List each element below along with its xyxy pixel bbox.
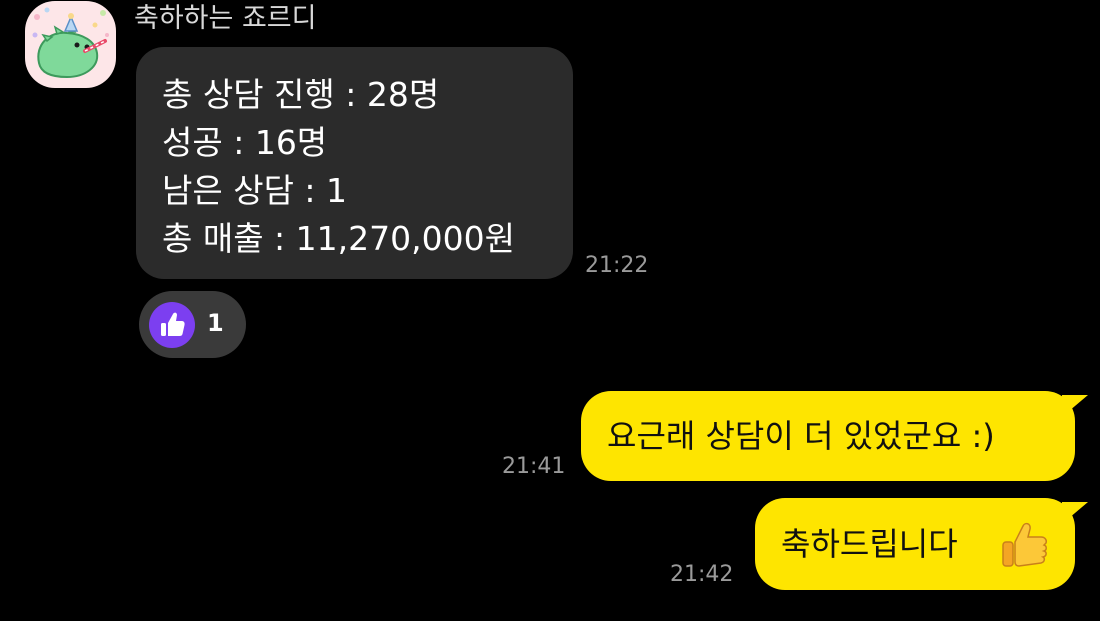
message-timestamp: 21:22 — [585, 253, 649, 278]
message-timestamp: 21:41 — [502, 454, 566, 479]
bubble-tail — [1062, 502, 1088, 524]
reaction-count: 1 — [207, 309, 224, 337]
jordy-character-icon — [32, 7, 109, 79]
outgoing-message-bubble[interactable]: 요근래 상담이 더 있었군요 :) — [581, 391, 1088, 481]
outgoing-message-bubble[interactable]: 축하드립니다 — [755, 498, 1088, 590]
message-line: 남은 상담 : 1 — [162, 171, 348, 210]
sender-avatar[interactable] — [25, 1, 116, 88]
message-line: 총 상담 진행 : 28명 — [162, 75, 440, 114]
message-text: 축하드립니다 — [781, 525, 958, 563]
message-line: 총 매출 : 11,270,000원 — [162, 219, 515, 258]
sender-name: 축하하는 죠르디 — [134, 3, 317, 34]
thumbs-up-emoji-icon — [1002, 522, 1047, 567]
message-timestamp: 21:42 — [670, 562, 734, 587]
message-line: 성공 : 16명 — [162, 123, 328, 162]
thumbs-up-icon — [149, 302, 195, 348]
reaction-badge[interactable]: 1 — [139, 291, 246, 358]
message-text: 요근래 상담이 더 있었군요 :) — [607, 417, 995, 455]
chat-screen: 축하하는 죠르디 총 상담 진행 : 28명 성공 : 16명 남은 상담 : … — [0, 0, 1100, 621]
bubble-tail — [1062, 395, 1088, 417]
incoming-message-bubble[interactable]: 총 상담 진행 : 28명 성공 : 16명 남은 상담 : 1 총 매출 : … — [136, 47, 573, 279]
